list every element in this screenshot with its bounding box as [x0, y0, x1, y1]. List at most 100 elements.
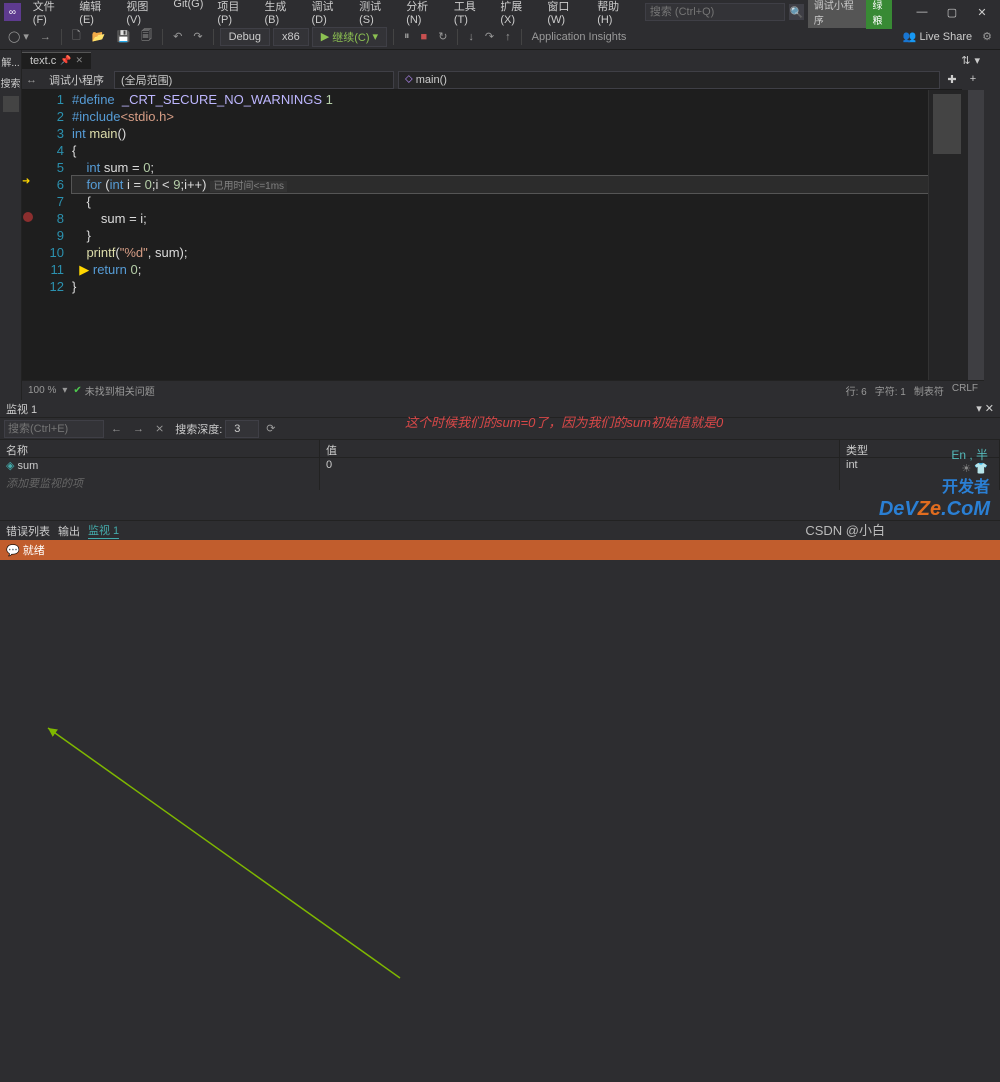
search-icon[interactable]: 🔍 [789, 4, 804, 20]
feedback-icon[interactable]: 💬 [6, 544, 20, 557]
undo-icon[interactable]: ↶ [169, 28, 186, 45]
menu-view[interactable]: 视图(V) [120, 0, 165, 28]
zoom-level[interactable]: 100 % [28, 385, 56, 396]
nav-function-combo[interactable]: ⬦ main() [398, 71, 940, 89]
quick-search-input[interactable] [645, 3, 785, 21]
watch-col-value[interactable]: 值 [320, 440, 840, 457]
user-badge[interactable]: 绿 粮 [866, 0, 892, 29]
solution-explorer-tab[interactable]: 解... [1, 54, 19, 69]
menu-extensions[interactable]: 扩展(X) [494, 0, 539, 28]
stop-icon[interactable]: ■ [417, 29, 432, 45]
code-line[interactable]: { [72, 193, 928, 210]
title-bar: ∞ 文件(F) 编辑(E) 视图(V) Git(G) 项目(P) 生成(B) 调… [0, 0, 1000, 24]
watch-search-next-icon[interactable]: → [129, 421, 148, 437]
toolbar-overflow-icon[interactable]: ⚙ [978, 28, 996, 45]
watch-col-name[interactable]: 名称 [0, 440, 320, 457]
config-combo[interactable]: Debug [220, 28, 270, 46]
step-over-icon[interactable]: ↷ [481, 28, 498, 45]
menu-git[interactable]: Git(G) [167, 0, 209, 28]
restore-button[interactable]: ▢ [938, 2, 966, 22]
csdn-watermark: CSDN @小白 [805, 520, 885, 539]
line-ending[interactable]: CRLF [952, 383, 978, 398]
minimize-button[interactable]: — [908, 2, 936, 22]
menu-file[interactable]: 文件(F) [27, 0, 72, 28]
search-tab[interactable]: 搜索 [1, 75, 21, 90]
continue-button[interactable]: ▶ 继续(C) ▾ [312, 27, 387, 47]
nav-project[interactable]: 调试小程序 [41, 70, 112, 90]
breakpoint-gutter[interactable]: ➜ [22, 90, 34, 380]
step-into-icon[interactable]: ↓ [464, 29, 478, 45]
menu-build[interactable]: 生成(B) [258, 0, 303, 28]
code-line[interactable]: #define _CRT_SECURE_NO_WARNINGS 1 [72, 91, 928, 108]
vertical-scrollbar[interactable] [968, 90, 984, 380]
split-editor-icon[interactable]: ✚ [942, 73, 962, 86]
close-button[interactable]: ✕ [968, 2, 996, 22]
nav-fwd-icon[interactable]: → [36, 29, 55, 45]
menu-help[interactable]: 帮助(H) [591, 0, 637, 28]
menu-edit[interactable]: 编辑(E) [73, 0, 118, 28]
preview-changes-icon[interactable]: ⇅ [961, 54, 970, 67]
indent-mode[interactable]: 制表符 [914, 383, 944, 398]
minimap[interactable] [928, 90, 968, 380]
watch-clear-icon[interactable]: ⨯ [151, 420, 168, 437]
line-number-gutter: 123456789101112 [34, 90, 72, 380]
save-all-icon[interactable]: 🗐 [137, 25, 156, 48]
main-menu: 文件(F) 编辑(E) 视图(V) Git(G) 项目(P) 生成(B) 调试(… [27, 0, 637, 28]
code-line[interactable]: int main() [72, 125, 928, 142]
tab-text-c[interactable]: text.c 📌 ✕ [22, 52, 91, 69]
watch-grid: 名称 值 类型 ◈sum 0 int 添加要监视的项 [0, 440, 1000, 520]
watch-add-row[interactable]: 添加要监视的项 [0, 474, 1000, 490]
menu-window[interactable]: 窗口(W) [541, 0, 589, 28]
code-line[interactable]: printf("%d", sum); [72, 244, 928, 261]
nav-function-label: main() [416, 74, 447, 86]
app-insights-combo[interactable]: Application Insights [528, 29, 631, 45]
toolbox-icon[interactable] [3, 96, 19, 112]
panel-dropdown-icon[interactable]: ▾ [976, 402, 982, 415]
code-line[interactable]: sum = i; [72, 210, 928, 227]
nav-scope-combo[interactable]: (全局范围) [114, 71, 394, 89]
code-line[interactable]: } [72, 278, 928, 295]
menu-analyze[interactable]: 分析(N) [400, 0, 446, 28]
tab-watch[interactable]: 监视 1 [88, 522, 119, 539]
watch-add-placeholder[interactable]: 添加要监视的项 [0, 474, 320, 490]
pin-icon[interactable]: 📌 [60, 55, 71, 66]
redo-icon[interactable]: ↷ [189, 28, 206, 45]
tab-output[interactable]: 输出 [58, 523, 80, 539]
menu-test[interactable]: 测试(S) [353, 0, 398, 28]
new-tab-group-button[interactable]: + [962, 70, 984, 90]
new-file-icon[interactable]: 🗋 [68, 25, 85, 48]
pause-icon[interactable]: ⏸ [400, 28, 414, 45]
nav-back-icon[interactable]: ◯ ▾ [4, 28, 33, 45]
code-line[interactable]: for (int i = 0;i < 9;i++)已用时间<=1ms [72, 176, 928, 193]
tab-close-icon[interactable]: ✕ [76, 55, 84, 66]
open-icon[interactable]: 📂 [88, 28, 110, 45]
code-line[interactable]: ▶ return 0; [72, 261, 928, 278]
code-line[interactable]: { [72, 142, 928, 159]
panel-close-icon[interactable]: ✕ [985, 402, 994, 415]
code-editor[interactable]: ➜ 123456789101112 #define _CRT_SECURE_NO… [22, 90, 984, 380]
menu-project[interactable]: 项目(P) [211, 0, 256, 28]
watch-title-bar[interactable]: 监视 1 ▾✕ [0, 400, 1000, 418]
watch-row[interactable]: ◈sum 0 int [0, 458, 1000, 474]
menu-debug[interactable]: 调试(D) [306, 0, 352, 28]
document-tabs: text.c 📌 ✕ ⇅ ▾ [22, 50, 984, 70]
watch-search-prev-icon[interactable]: ← [107, 421, 126, 437]
solution-dropdown-icon[interactable]: ▾ [974, 54, 980, 67]
code-line[interactable]: } [72, 227, 928, 244]
save-icon[interactable]: 💾 [112, 28, 134, 45]
tab-errors[interactable]: 错误列表 [6, 523, 50, 539]
watch-search-input[interactable] [4, 420, 104, 438]
watch-var-name: sum [17, 460, 38, 472]
menu-tools[interactable]: 工具(T) [448, 0, 493, 28]
watch-refresh-icon[interactable]: ⟳ [262, 420, 279, 437]
platform-combo[interactable]: x86 [273, 28, 309, 46]
code-content[interactable]: #define _CRT_SECURE_NO_WARNINGS 1#includ… [72, 90, 928, 380]
depth-combo[interactable]: 3 [225, 420, 259, 438]
restart-icon[interactable]: ↻ [434, 28, 451, 45]
breakpoint-icon[interactable] [23, 212, 33, 222]
nav-history-icon[interactable]: ↔ [22, 72, 41, 88]
step-out-icon[interactable]: ↑ [501, 29, 515, 45]
code-line[interactable]: int sum = 0; [72, 159, 928, 176]
code-line[interactable]: #include<stdio.h> [72, 108, 928, 125]
live-share-button[interactable]: 👥 Live Share [903, 30, 972, 43]
